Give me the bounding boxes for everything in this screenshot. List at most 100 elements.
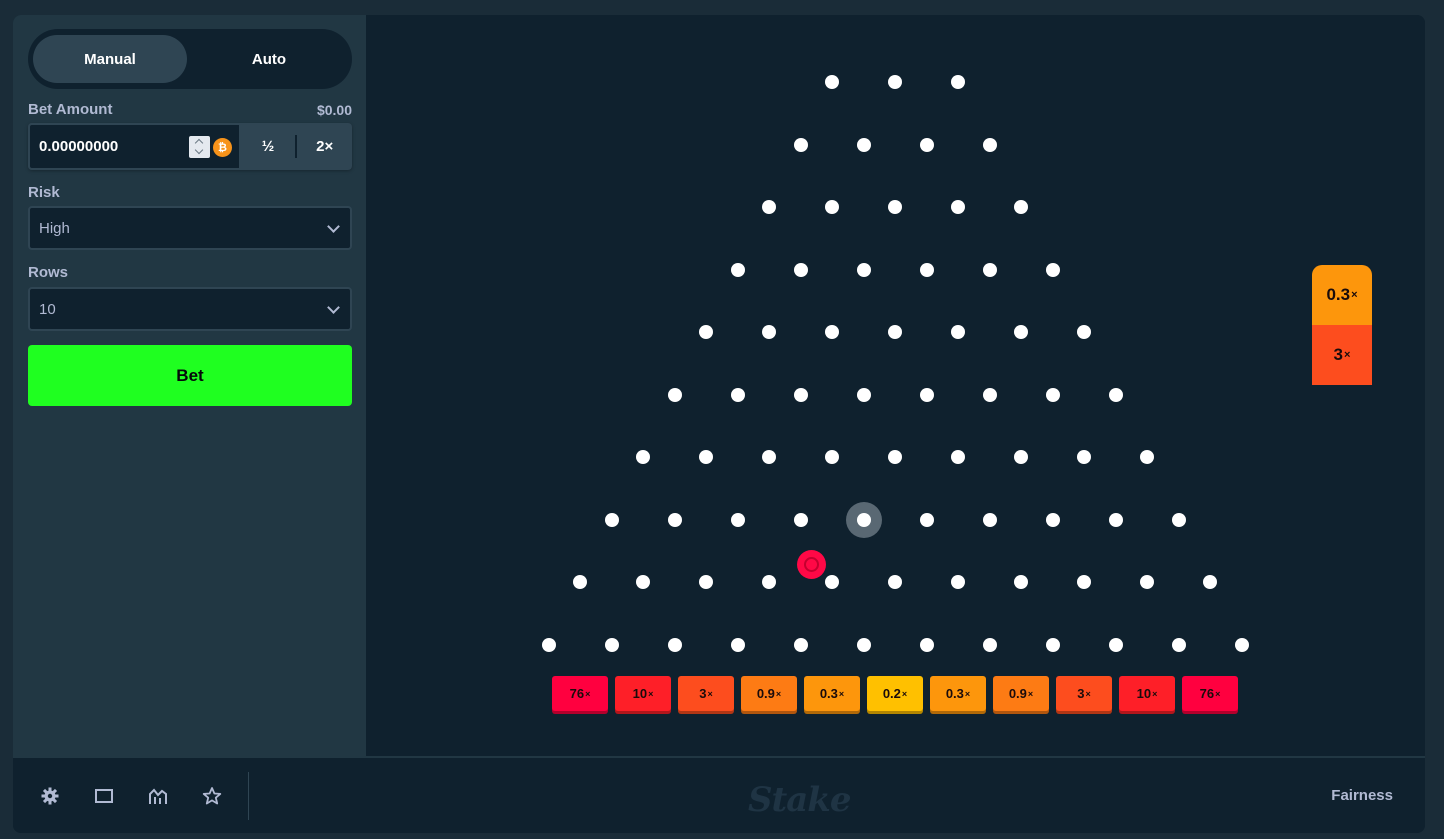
peg [919,637,934,652]
mode-toggle: Manual Auto [28,29,352,89]
bet-amount-label-row: Bet Amount $0.00 [28,101,352,118]
peg [762,325,776,339]
history-item: 3 × [1312,325,1372,385]
stake-logo: Stake [748,780,851,820]
peg [1108,387,1123,402]
peg [951,450,965,464]
tab-auto[interactable]: Auto [192,35,346,83]
rows-select[interactable]: 10 [28,287,352,331]
peg [982,637,997,652]
peg [636,450,650,464]
bucket-value: 0.3 [945,686,964,701]
multiplier-suffix: × [1085,688,1091,699]
peg [1014,325,1028,339]
risk-label-row: Risk [28,184,352,201]
peg [888,450,902,464]
peg [1077,575,1091,589]
risk-select[interactable]: High [28,206,352,250]
multiplier-suffix: × [707,688,713,699]
bet-button[interactable]: Bet [28,345,352,406]
peg [982,512,997,527]
peg [762,575,776,589]
multiplier-bucket: 0.3 × [930,676,986,711]
peg [951,325,965,339]
peg [1045,262,1060,277]
bucket-value: 10 [1136,686,1152,701]
peg [793,387,808,402]
peg [919,262,934,277]
peg [573,575,587,589]
multiplier-bucket: 76 × [552,676,608,711]
peg [1014,200,1028,214]
peg [982,137,997,152]
peg [793,637,808,652]
peg [730,637,745,652]
bucket-value: 76 [1199,686,1215,701]
bet-amount-value: 0.00000000 [39,138,119,155]
game-frame: Manual Auto Bet Amount $0.00 0.00000000 … [13,15,1425,833]
multiplier-suffix: × [1351,289,1358,301]
peg [1171,512,1186,527]
multiplier-bucket: 0.2 × [867,676,923,711]
fairness-link[interactable]: Fairness [1331,787,1393,804]
chart-icon[interactable] [148,786,168,806]
multiplier-suffix: × [1152,688,1158,699]
peg [825,325,839,339]
history-value: 0.3 [1326,285,1351,304]
peg [1014,450,1028,464]
double-bet-button[interactable]: 2× [297,123,352,170]
peg [888,75,902,89]
peg [951,75,965,89]
peg [1045,512,1060,527]
peg [699,575,713,589]
peg [793,512,808,527]
tab-manual[interactable]: Manual [33,35,187,83]
peg [1108,512,1123,527]
peg [982,262,997,277]
peg [1140,450,1154,464]
risk-value: High [39,219,70,237]
multiplier-bucket: 0.9 × [993,676,1049,711]
peg [793,137,808,152]
peg [667,387,682,402]
peg [793,262,808,277]
peg [730,512,745,527]
peg [1234,637,1249,652]
peg [699,325,713,339]
multiplier-suffix: × [1344,349,1351,361]
plinko-board: 0.3 × 3 × 76 × 10 × 3 × 0.9 × 0.3 × 0.2 × 0.3 × 0.9 × 3 × 10 ×… [366,15,1425,756]
results-history: 0.3 × 3 × [1312,265,1372,385]
multiplier-bucket: 0.9 × [741,676,797,711]
history-item: 0.3 × [1312,265,1372,325]
bitcoin-icon: ₿ [213,138,232,157]
peg [951,575,965,589]
bucket-value: 3 [699,686,707,701]
gear-icon[interactable] [40,786,60,806]
peg [919,387,934,402]
star-icon[interactable] [202,786,222,806]
peg [919,137,934,152]
chevron-down-icon [327,301,340,314]
peg [888,200,902,214]
bucket-value: 0.3 [819,686,838,701]
peg [1045,387,1060,402]
bet-sidebar: Manual Auto Bet Amount $0.00 0.00000000 … [13,15,366,756]
bet-amount-group: 0.00000000 ₿ ½ 2× [28,123,352,170]
bucket-value: 0.9 [756,686,775,701]
spinner-icon[interactable] [189,136,210,158]
bucket-value: 10 [632,686,648,701]
multiplier-suffix: × [1215,688,1221,699]
half-bet-button[interactable]: ½ [241,123,296,170]
peg [888,575,902,589]
multiplier-bucket: 3 × [678,676,734,711]
peg [856,387,871,402]
square-icon[interactable] [94,786,114,806]
bucket-value: 0.9 [1008,686,1027,701]
plinko-ball [797,550,826,579]
peg [636,575,650,589]
history-value: 3 [1333,345,1344,364]
bet-amount-input[interactable]: 0.00000000 ₿ [28,123,241,170]
bucket-value: 76 [569,686,585,701]
peg [730,387,745,402]
peg [856,262,871,277]
